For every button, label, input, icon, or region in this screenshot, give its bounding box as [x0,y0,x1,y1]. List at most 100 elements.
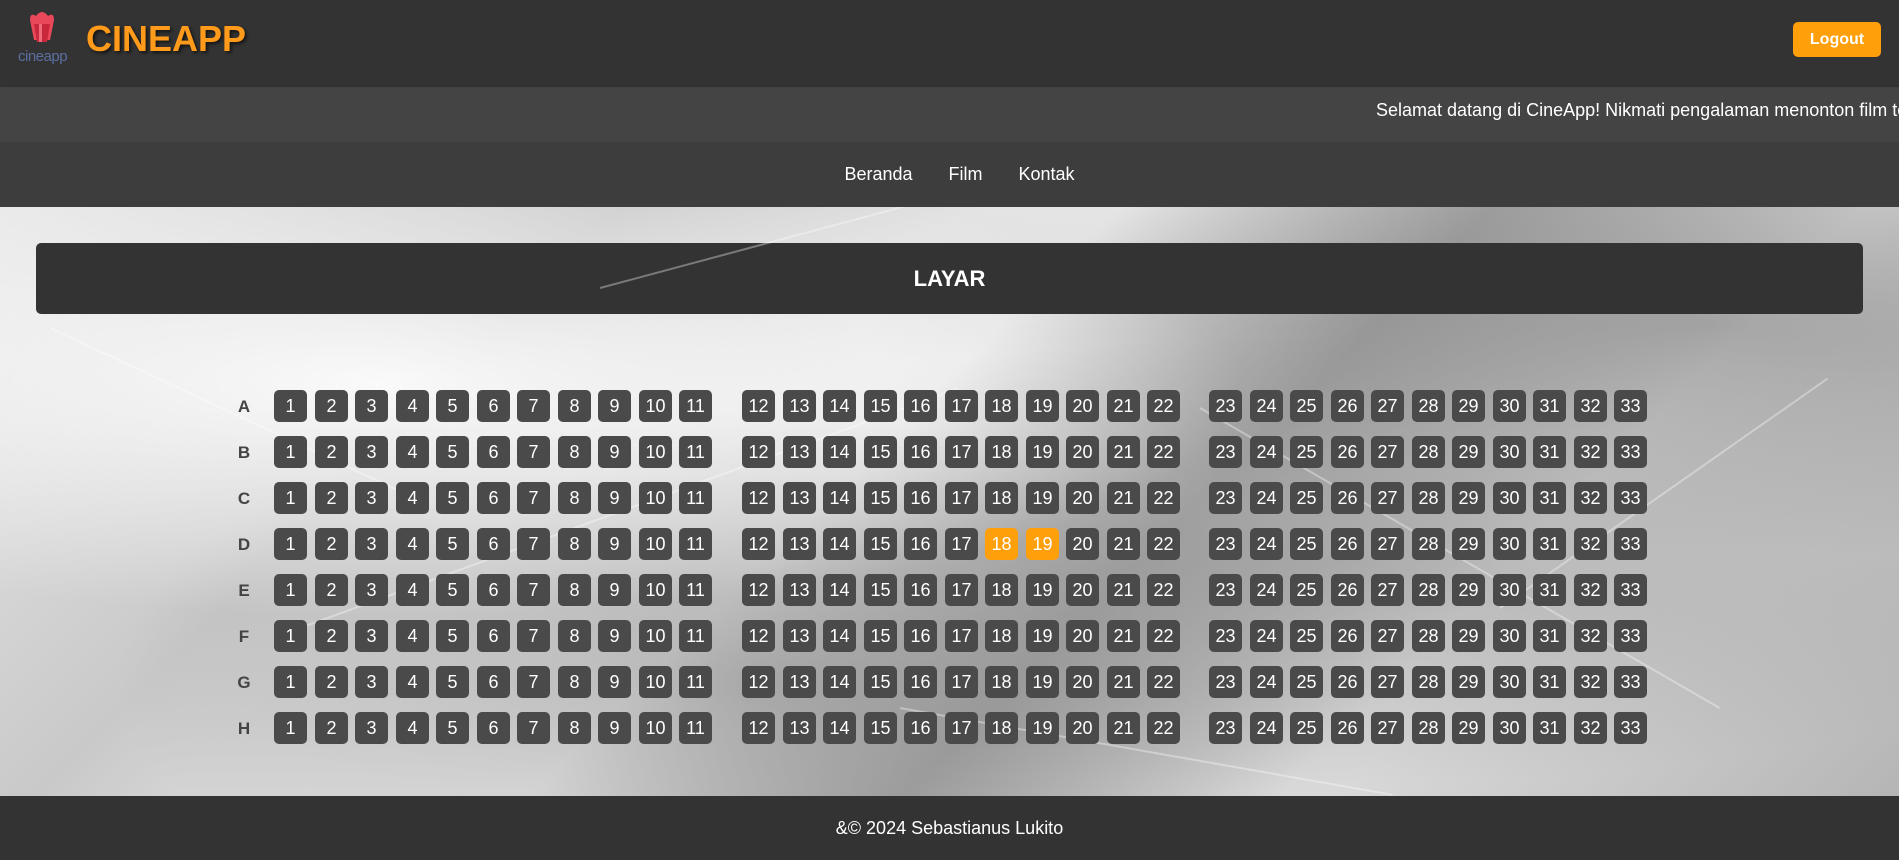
seat-f25[interactable]: 25 [1290,620,1323,652]
seat-d32[interactable]: 32 [1574,528,1607,560]
seat-b6[interactable]: 6 [477,436,510,468]
seat-d22[interactable]: 22 [1147,528,1180,560]
seat-e23[interactable]: 23 [1209,574,1242,606]
seat-f26[interactable]: 26 [1331,620,1364,652]
seat-f24[interactable]: 24 [1250,620,1283,652]
seat-c31[interactable]: 31 [1533,482,1566,514]
seat-b3[interactable]: 3 [355,436,388,468]
seat-g30[interactable]: 30 [1493,666,1526,698]
seat-b19[interactable]: 19 [1026,436,1059,468]
seat-h13[interactable]: 13 [783,712,816,744]
seat-f16[interactable]: 16 [904,620,937,652]
seat-f30[interactable]: 30 [1493,620,1526,652]
seat-f20[interactable]: 20 [1066,620,1099,652]
seat-h4[interactable]: 4 [396,712,429,744]
seat-f32[interactable]: 32 [1574,620,1607,652]
seat-b21[interactable]: 21 [1107,436,1140,468]
seat-a33[interactable]: 33 [1614,390,1647,422]
seat-b16[interactable]: 16 [904,436,937,468]
seat-f27[interactable]: 27 [1371,620,1404,652]
seat-h28[interactable]: 28 [1412,712,1445,744]
seat-g24[interactable]: 24 [1250,666,1283,698]
seat-c21[interactable]: 21 [1107,482,1140,514]
seat-g17[interactable]: 17 [945,666,978,698]
seat-a3[interactable]: 3 [355,390,388,422]
seat-h32[interactable]: 32 [1574,712,1607,744]
seat-g23[interactable]: 23 [1209,666,1242,698]
seat-e33[interactable]: 33 [1614,574,1647,606]
seat-c9[interactable]: 9 [598,482,631,514]
seat-c30[interactable]: 30 [1493,482,1526,514]
seat-f2[interactable]: 2 [315,620,348,652]
seat-f1[interactable]: 1 [274,620,307,652]
seat-h30[interactable]: 30 [1493,712,1526,744]
seat-h10[interactable]: 10 [639,712,672,744]
seat-g3[interactable]: 3 [355,666,388,698]
seat-h22[interactable]: 22 [1147,712,1180,744]
seat-d31[interactable]: 31 [1533,528,1566,560]
seat-a30[interactable]: 30 [1493,390,1526,422]
seat-f31[interactable]: 31 [1533,620,1566,652]
seat-h15[interactable]: 15 [864,712,897,744]
seat-f22[interactable]: 22 [1147,620,1180,652]
seat-g19[interactable]: 19 [1026,666,1059,698]
seat-b14[interactable]: 14 [823,436,856,468]
seat-d4[interactable]: 4 [396,528,429,560]
seat-e25[interactable]: 25 [1290,574,1323,606]
seat-g18[interactable]: 18 [985,666,1018,698]
seat-g4[interactable]: 4 [396,666,429,698]
seat-e4[interactable]: 4 [396,574,429,606]
seat-h33[interactable]: 33 [1614,712,1647,744]
seat-c14[interactable]: 14 [823,482,856,514]
seat-c28[interactable]: 28 [1412,482,1445,514]
seat-c26[interactable]: 26 [1331,482,1364,514]
seat-h8[interactable]: 8 [558,712,591,744]
seat-a14[interactable]: 14 [823,390,856,422]
seat-h9[interactable]: 9 [598,712,631,744]
seat-e21[interactable]: 21 [1107,574,1140,606]
seat-a32[interactable]: 32 [1574,390,1607,422]
seat-f11[interactable]: 11 [679,620,712,652]
seat-f12[interactable]: 12 [742,620,775,652]
seat-f3[interactable]: 3 [355,620,388,652]
seat-a12[interactable]: 12 [742,390,775,422]
seat-f21[interactable]: 21 [1107,620,1140,652]
seat-e12[interactable]: 12 [742,574,775,606]
seat-f29[interactable]: 29 [1452,620,1485,652]
seat-c10[interactable]: 10 [639,482,672,514]
seat-d21[interactable]: 21 [1107,528,1140,560]
seat-h17[interactable]: 17 [945,712,978,744]
seat-a19[interactable]: 19 [1026,390,1059,422]
seat-f13[interactable]: 13 [783,620,816,652]
seat-h11[interactable]: 11 [679,712,712,744]
seat-h18[interactable]: 18 [985,712,1018,744]
seat-c17[interactable]: 17 [945,482,978,514]
seat-b15[interactable]: 15 [864,436,897,468]
seat-h29[interactable]: 29 [1452,712,1485,744]
seat-a20[interactable]: 20 [1066,390,1099,422]
seat-e18[interactable]: 18 [985,574,1018,606]
seat-b2[interactable]: 2 [315,436,348,468]
seat-f9[interactable]: 9 [598,620,631,652]
seat-e13[interactable]: 13 [783,574,816,606]
seat-e10[interactable]: 10 [639,574,672,606]
seat-a5[interactable]: 5 [436,390,469,422]
seat-b12[interactable]: 12 [742,436,775,468]
seat-a24[interactable]: 24 [1250,390,1283,422]
seat-d9[interactable]: 9 [598,528,631,560]
seat-c33[interactable]: 33 [1614,482,1647,514]
seat-c27[interactable]: 27 [1371,482,1404,514]
seat-c3[interactable]: 3 [355,482,388,514]
seat-d5[interactable]: 5 [436,528,469,560]
seat-e16[interactable]: 16 [904,574,937,606]
seat-a21[interactable]: 21 [1107,390,1140,422]
seat-e6[interactable]: 6 [477,574,510,606]
seat-f15[interactable]: 15 [864,620,897,652]
seat-d3[interactable]: 3 [355,528,388,560]
seat-g1[interactable]: 1 [274,666,307,698]
seat-f5[interactable]: 5 [436,620,469,652]
seat-g20[interactable]: 20 [1066,666,1099,698]
seat-f18[interactable]: 18 [985,620,1018,652]
seat-g11[interactable]: 11 [679,666,712,698]
seat-e32[interactable]: 32 [1574,574,1607,606]
